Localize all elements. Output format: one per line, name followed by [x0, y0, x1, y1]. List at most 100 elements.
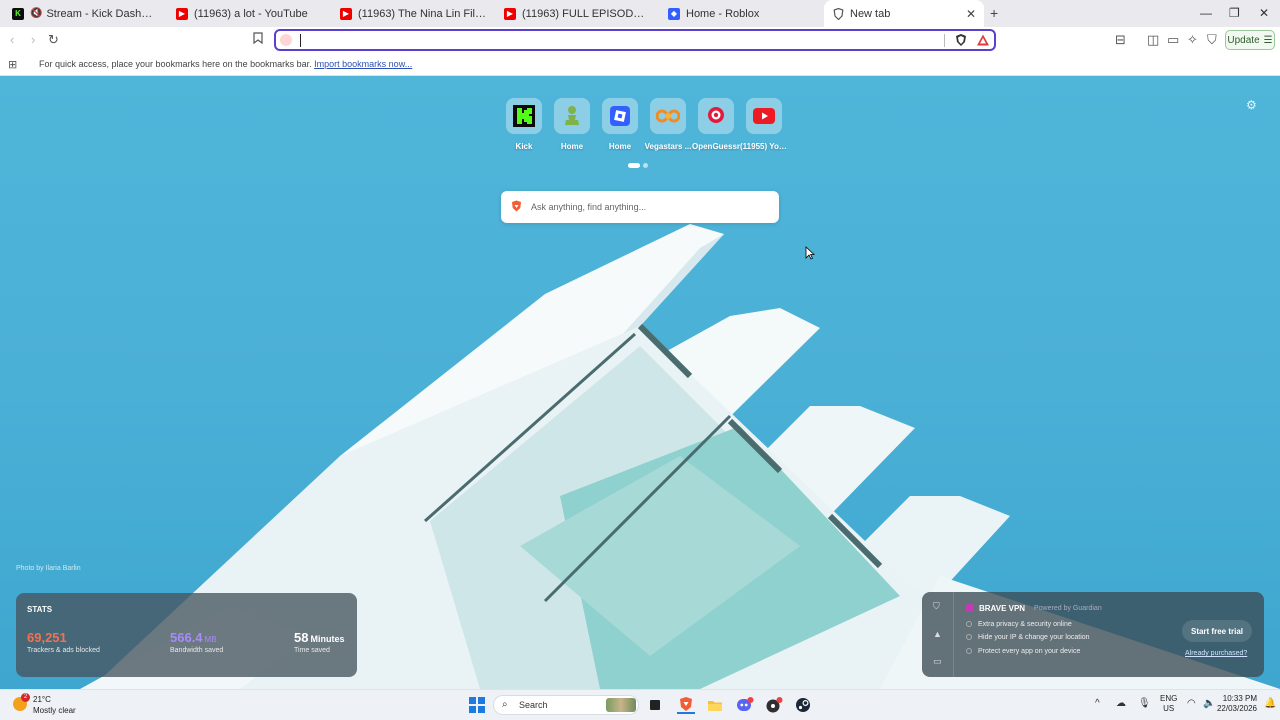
onedrive-icon[interactable]: ☁ — [1116, 698, 1126, 709]
top-site-label: OpenGuessr — [692, 142, 740, 151]
input-language[interactable]: ENG US — [1160, 694, 1177, 714]
vpn-title-text: BRAVE VPN — [979, 604, 1026, 613]
brave-shields-icon[interactable] — [954, 33, 968, 47]
search-engine-icon — [280, 34, 292, 46]
top-site-label: Kick — [515, 142, 533, 151]
chess-pawn-icon — [554, 98, 590, 134]
brave-taskbar-icon[interactable] — [677, 696, 695, 714]
pager-dot-active[interactable] — [628, 163, 640, 168]
top-site-openguessr[interactable]: OpenGuessr — [692, 98, 740, 151]
steam-icon[interactable] — [794, 696, 812, 714]
tab-youtube-rey-de-reyes[interactable]: ▶ (11963) FULL EPISODE: Rey de Reyes — [496, 0, 658, 27]
top-site-home-roblox[interactable]: Home — [596, 98, 644, 151]
windows-logo-pane — [469, 697, 476, 704]
vpn-feature-text: Hide your IP & change your location — [978, 634, 1090, 641]
clock-date: 22/03/2026 — [1216, 704, 1257, 713]
show-hidden-icons-chevron[interactable]: ^ — [1095, 698, 1100, 709]
tab-title: (11963) a lot - YouTube — [194, 7, 308, 20]
task-view-icon[interactable] — [646, 696, 664, 714]
lang-line-1: ENG — [1160, 694, 1178, 703]
new-tab-page: ⚙ Kick Home Home Vegastars ... OpenGuess… — [0, 76, 1280, 689]
forward-icon[interactable]: › — [31, 32, 35, 47]
vpn-icon[interactable]: ⛉ — [1207, 32, 1217, 48]
close-window-icon[interactable]: ✕ — [1259, 6, 1269, 20]
new-tab-button[interactable]: + — [990, 5, 998, 21]
tab-new-tab[interactable]: New tab ✕ — [824, 0, 984, 27]
taskbar-search[interactable]: ⌕ Search — [493, 695, 639, 715]
tab-title: Stream - Kick Dashboard — [46, 7, 158, 20]
wallet-icon[interactable]: ▭ — [1167, 32, 1179, 48]
top-site-vegastars[interactable]: Vegastars ... — [644, 98, 692, 151]
check-circle-icon — [966, 648, 972, 654]
stats-title: STATS — [27, 605, 53, 614]
photo-credit[interactable]: Photo by Ilaria Barlin — [16, 565, 81, 572]
mute-icon[interactable]: 🔇 — [30, 8, 42, 19]
top-site-youtube[interactable]: (11955) You... — [740, 98, 788, 151]
notifications-bell-icon[interactable]: 🔔 — [1264, 698, 1276, 709]
trackers-value: 69,251 — [27, 630, 67, 645]
back-icon[interactable]: ‹ — [10, 32, 14, 47]
discord-icon[interactable] — [736, 696, 754, 714]
top-site-home-chess[interactable]: Home — [548, 98, 596, 151]
time-label: Time saved — [294, 647, 330, 654]
time-unit: Minutes — [310, 634, 345, 644]
location-pin-icon — [698, 98, 734, 134]
vpn-title: BRAVE VPN — [966, 604, 1025, 613]
already-purchased-link[interactable]: Already purchased? — [1185, 650, 1247, 657]
start-button[interactable] — [469, 697, 485, 713]
top-sites: Kick Home Home Vegastars ... OpenGuessr — [500, 98, 788, 151]
tab-roblox-home[interactable]: ◆ Home - Roblox — [660, 0, 822, 27]
address-bar[interactable] — [274, 29, 996, 51]
close-tab-icon[interactable]: ✕ — [960, 7, 976, 21]
bookmark-icon[interactable] — [253, 32, 263, 47]
check-circle-icon — [966, 634, 972, 640]
tab-title: (11963) The Nina Lin Files - YouTube — [358, 7, 486, 20]
browser-toolbar: ‹ › ↻ ⊟ ◫ ▭ ✧ ⛉ Update ☰ — [0, 27, 1280, 54]
bandwidth-unit: MB — [204, 635, 217, 644]
file-explorer-icon[interactable] — [706, 696, 724, 714]
windows-taskbar: 2 21°C Mostly clear ⌕ Search ^ ☁ 🎙 ENG U… — [0, 689, 1280, 720]
text-caret — [300, 34, 301, 47]
restore-icon[interactable]: ❐ — [1229, 6, 1240, 20]
vpn-feature: Hide your IP & change your location — [966, 634, 1090, 641]
start-free-trial-button[interactable]: Start free trial — [1182, 620, 1252, 642]
customize-gear-icon[interactable]: ⚙ — [1246, 98, 1257, 112]
import-bookmarks-link[interactable]: Import bookmarks now... — [314, 59, 412, 69]
stat-trackers: 69,251 Trackers & ads blocked — [27, 630, 100, 654]
bandwidth-label: Bandwidth saved — [170, 647, 224, 654]
update-button[interactable]: Update ☰ — [1225, 30, 1275, 50]
ntp-search-box[interactable] — [501, 191, 779, 223]
windows-logo-pane — [478, 697, 485, 704]
sidebar-icon[interactable]: ◫ — [1147, 32, 1159, 48]
tab-search-icon[interactable]: ⊟ — [1115, 32, 1126, 48]
check-circle-icon — [966, 621, 972, 627]
brave-rewards-icon[interactable] — [976, 33, 990, 47]
vpn-feature: Protect every app on your device — [966, 648, 1080, 655]
system-clock[interactable]: 10:33 PM 22/03/2026 — [1213, 694, 1257, 714]
vpn-shield-icon[interactable]: ⛉ — [933, 601, 940, 612]
minimize-icon[interactable]: — — [1200, 6, 1212, 20]
wifi-icon[interactable]: ◠ — [1187, 698, 1196, 709]
tab-kick-dashboard[interactable]: K 🔇 Stream - Kick Dashboard — [4, 0, 166, 27]
cards-icon[interactable]: ▭ — [933, 656, 942, 667]
microphone-icon[interactable]: 🎙 — [1138, 698, 1151, 709]
pager-dot[interactable] — [643, 163, 648, 168]
tab-youtube-a-lot[interactable]: ▶ (11963) a lot - YouTube — [168, 0, 330, 27]
top-sites-pager — [628, 163, 648, 168]
brave-icon — [832, 7, 844, 20]
rewards-triangle-icon[interactable]: ▲ — [933, 629, 942, 639]
windows-logo-pane — [478, 706, 485, 713]
bandwidth-value: 566.4 — [170, 630, 203, 645]
bookmarks-hint: For quick access, place your bookmarks h… — [39, 59, 412, 69]
apps-grid-icon[interactable]: ⊞ — [8, 58, 17, 71]
ntp-search-input[interactable] — [531, 198, 771, 216]
tab-youtube-nina-lin[interactable]: ▶ (11963) The Nina Lin Files - YouTube — [332, 0, 494, 27]
top-site-label: Home — [608, 142, 632, 151]
search-icon: ⌕ — [502, 699, 508, 710]
leo-ai-icon[interactable]: ✧ — [1187, 32, 1198, 48]
reload-icon[interactable]: ↻ — [48, 32, 59, 48]
vpn-feature: Extra privacy & security online — [966, 621, 1072, 628]
obs-icon[interactable] — [765, 696, 783, 714]
tab-strip: K 🔇 Stream - Kick Dashboard ▶ (11963) a … — [0, 0, 1280, 27]
top-site-kick[interactable]: Kick — [500, 98, 548, 151]
